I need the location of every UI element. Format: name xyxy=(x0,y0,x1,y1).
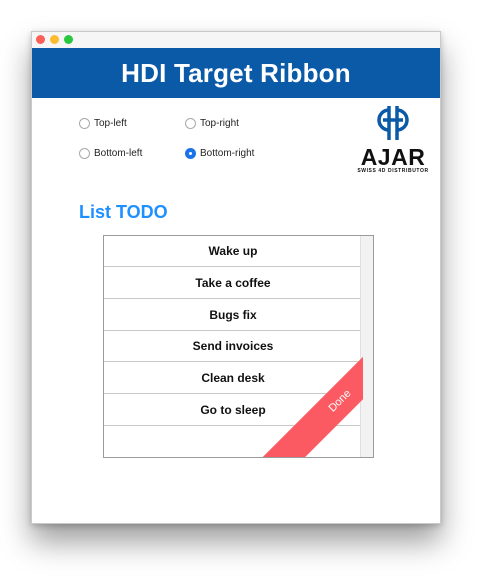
logo-wordmark: AJAR xyxy=(360,144,426,170)
ribbon-label: Done xyxy=(326,387,354,415)
radio-circle-selected[interactable] xyxy=(185,148,196,159)
list-title: List TODO xyxy=(79,202,168,222)
radio-circle[interactable] xyxy=(185,118,196,129)
done-ribbon: Done xyxy=(258,319,363,457)
radio-top-right[interactable]: Top-right xyxy=(185,118,239,129)
title-bar xyxy=(32,32,440,48)
ribbon-clip: Done xyxy=(104,236,363,457)
todo-table[interactable]: Wake up Take a coffee Bugs fix Send invo… xyxy=(103,235,374,458)
header-banner: HDI Target Ribbon xyxy=(32,48,440,98)
radio-bottom-left[interactable]: Bottom-left xyxy=(79,148,142,159)
radio-top-left[interactable]: Top-left xyxy=(79,118,127,129)
radio-circle[interactable] xyxy=(79,118,90,129)
radio-label: Top-right xyxy=(200,118,239,129)
ajar-logo: AJAR SWISS 4D DISTRIBUTOR xyxy=(353,104,433,174)
page-title: HDI Target Ribbon xyxy=(121,57,351,88)
radio-circle[interactable] xyxy=(79,148,90,159)
app-window: HDI Target Ribbon Top-left Top-right Bot… xyxy=(31,31,441,524)
radio-label: Top-left xyxy=(94,118,127,129)
close-window-button[interactable] xyxy=(36,35,45,44)
radio-label: Bottom-left xyxy=(94,148,143,159)
radio-label: Bottom-right xyxy=(200,148,255,159)
zoom-window-button[interactable] xyxy=(64,35,73,44)
minimize-window-button[interactable] xyxy=(50,35,59,44)
radio-bottom-right[interactable]: Bottom-right xyxy=(185,148,254,159)
ajar-logo-icon xyxy=(377,106,409,140)
logo-tagline: SWISS 4D DISTRIBUTOR xyxy=(357,168,429,174)
